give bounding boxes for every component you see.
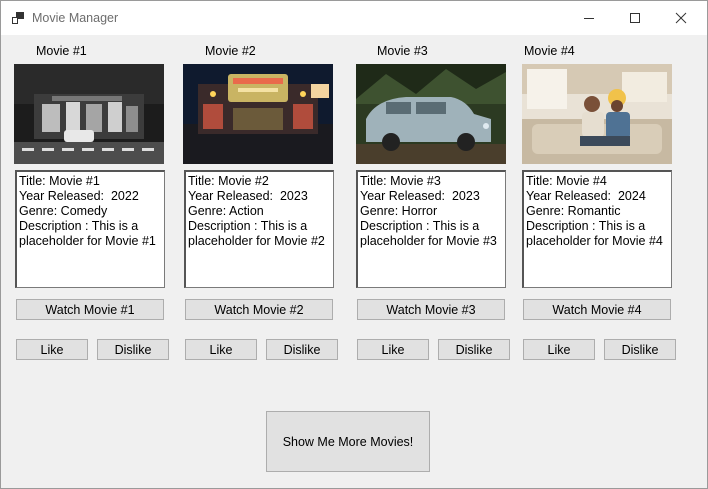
like-movie-4-button[interactable]: Like (523, 339, 595, 360)
movie-3-poster (356, 64, 506, 164)
movie-1-poster (14, 64, 164, 164)
dislike-movie-1-button[interactable]: Dislike (97, 339, 169, 360)
movie-2-poster (183, 64, 333, 164)
movie-1-description[interactable]: Title: Movie #1 Year Released: 2022 Genr… (15, 170, 165, 288)
movie-3-label: Movie #3 (377, 44, 428, 58)
minimize-button[interactable] (566, 1, 612, 35)
minimize-icon (584, 18, 594, 19)
watch-movie-1-button[interactable]: Watch Movie #1 (16, 299, 164, 320)
movie-4-label: Movie #4 (524, 44, 575, 58)
main-window: Movie Manager Movie #1 Title: Movie #1 Y… (0, 0, 708, 489)
like-movie-1-button[interactable]: Like (16, 339, 88, 360)
watch-movie-3-button[interactable]: Watch Movie #3 (357, 299, 505, 320)
movie-1-label: Movie #1 (36, 44, 87, 58)
maximize-button[interactable] (612, 1, 658, 35)
movie-4-poster (522, 64, 672, 164)
dislike-movie-4-button[interactable]: Dislike (604, 339, 676, 360)
maximize-icon (630, 13, 640, 23)
title-bar[interactable]: Movie Manager (1, 1, 707, 35)
app-icon (12, 12, 24, 24)
movie-2-label: Movie #2 (205, 44, 256, 58)
movie-3-description[interactable]: Title: Movie #3 Year Released: 2023 Genr… (356, 170, 506, 288)
window-title: Movie Manager (32, 11, 119, 25)
dislike-movie-2-button[interactable]: Dislike (266, 339, 338, 360)
movie-2-description[interactable]: Title: Movie #2 Year Released: 2023 Genr… (184, 170, 334, 288)
like-movie-3-button[interactable]: Like (357, 339, 429, 360)
close-button[interactable] (658, 1, 704, 35)
show-more-movies-button[interactable]: Show Me More Movies! (266, 411, 430, 472)
movie-4-description[interactable]: Title: Movie #4 Year Released: 2024 Genr… (522, 170, 672, 288)
watch-movie-4-button[interactable]: Watch Movie #4 (523, 299, 671, 320)
close-icon (675, 12, 687, 24)
dislike-movie-3-button[interactable]: Dislike (438, 339, 510, 360)
watch-movie-2-button[interactable]: Watch Movie #2 (185, 299, 333, 320)
like-movie-2-button[interactable]: Like (185, 339, 257, 360)
